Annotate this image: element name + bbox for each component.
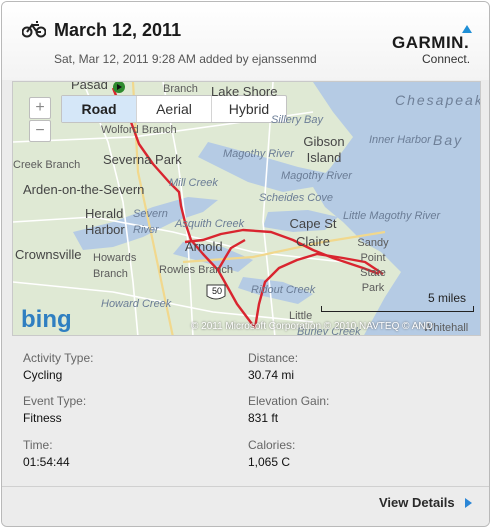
stat-value-elevation-gain: 831 ft — [248, 411, 279, 425]
activity-stats: Activity Type: Cycling Distance: 30.74 m… — [12, 342, 481, 482]
map-label: Wolford Branch — [101, 124, 177, 136]
map-label: Magothy River — [223, 148, 294, 160]
activity-title[interactable]: March 12, 2011 — [54, 20, 181, 41]
scale-bar — [321, 306, 474, 312]
map-label: Creek Branch — [13, 159, 81, 171]
map-label: Asquith Creek — [175, 218, 245, 230]
map-label: Magothy River — [281, 170, 352, 182]
map-label: Severna Park — [103, 152, 182, 167]
map-label: Severn River — [133, 208, 168, 236]
map-label: Arnold — [185, 239, 223, 254]
minus-icon: − — [35, 122, 45, 139]
map-label: Little Magothy River — [343, 210, 441, 222]
activity-subtitle: Sat, Mar 12, 2011 9:28 AM added by ejans… — [54, 52, 317, 66]
map-label: Pasad — [71, 81, 108, 92]
route-map[interactable]: + − Road Aerial Hybrid Pasad Branch Lake… — [12, 81, 481, 336]
map-label: Gibson Island — [303, 134, 345, 165]
map-label: Ridout Creek — [251, 284, 316, 296]
stat-label-distance: Distance: — [248, 351, 299, 365]
map-label: Mill Creek — [169, 177, 218, 189]
map-type-tabs: Road Aerial Hybrid — [61, 95, 287, 123]
map-label: Chesapeake — [395, 92, 480, 108]
zoom-in-button[interactable]: + — [29, 97, 51, 119]
zoom-out-button[interactable]: − — [29, 120, 51, 142]
map-label: Sillery Bay — [271, 114, 323, 126]
stat-label-activity-type: Activity Type: — [23, 351, 94, 365]
garmin-logo-word: GARMIN. — [392, 33, 470, 52]
garmin-triangle-icon — [462, 25, 472, 33]
chevron-right-icon[interactable] — [465, 498, 472, 508]
stat-label-calories: Calories: — [248, 438, 296, 452]
stat-label-event-type: Event Type: — [23, 394, 87, 408]
stat-value-activity-type: Cycling — [23, 368, 63, 382]
highway-shield-label: 50 — [212, 286, 223, 296]
map-copyright: © 2011 Microsoft Corporation © 2010 NAVT… — [191, 321, 433, 332]
stat-label-elevation-gain: Elevation Gain: — [248, 394, 330, 408]
stat-label-time: Time: — [23, 438, 53, 452]
map-label: Howards Branch — [93, 252, 137, 280]
map-label: Branch — [163, 83, 198, 95]
stat-value-distance: 30.74 mi — [248, 368, 295, 382]
scale-label: 5 miles — [428, 291, 467, 305]
map-label: Inner Harbor — [369, 134, 431, 146]
bing-logo[interactable]: bing — [21, 306, 81, 332]
card-footer: View Details — [2, 486, 489, 526]
stat-value-time: 01:54:44 — [23, 455, 70, 469]
bicycle-icon — [22, 21, 46, 38]
map-label: Lake Shore — [211, 84, 278, 99]
map-label: Crownsville — [15, 247, 82, 262]
tab-road[interactable]: Road — [62, 96, 137, 122]
view-details-link[interactable]: View Details — [379, 495, 455, 510]
stat-value-event-type: Fitness — [23, 411, 62, 425]
map-label: Bay — [433, 132, 464, 148]
activity-header: March 12, 2011 Sat, Mar 12, 2011 9:28 AM… — [2, 2, 489, 80]
tab-aerial[interactable]: Aerial — [137, 96, 212, 122]
connect-logo-word: Connect. — [422, 52, 471, 66]
stat-value-calories: 1,065 C — [248, 455, 291, 469]
map-label: Rowles Branch — [159, 264, 233, 276]
map-label: Arden-on-the-Severn — [23, 182, 145, 197]
map-label: Scheides Cove — [259, 192, 333, 204]
garmin-connect-logo[interactable]: GARMIN. Connect. — [392, 25, 478, 67]
activity-card: March 12, 2011 Sat, Mar 12, 2011 9:28 AM… — [1, 1, 490, 527]
map-label: Cape St Claire — [289, 216, 337, 249]
bing-logo-text: bing — [21, 306, 72, 332]
map-label: Howard Creek — [101, 298, 172, 310]
map-label: Herald Harbor — [85, 206, 125, 237]
plus-icon: + — [35, 99, 45, 116]
map-label: Sandy Point State Park — [357, 237, 389, 294]
